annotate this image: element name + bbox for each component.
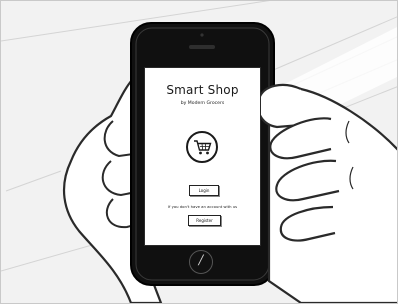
home-button-glyph: ∕ bbox=[198, 253, 204, 268]
phone-screen: Smart Shop by Modern Grocers Login If yo… bbox=[144, 67, 261, 246]
account-note: If you don't have an account with us bbox=[167, 204, 238, 209]
home-button-icon[interactable]: ∕ bbox=[189, 250, 213, 274]
sketch-frame: Smart Shop by Modern Grocers Login If yo… bbox=[0, 0, 398, 304]
app-title: Smart Shop bbox=[166, 83, 239, 97]
app-subtitle: by Modern Grocers bbox=[180, 101, 225, 106]
shopping-cart-icon bbox=[186, 131, 218, 163]
login-button[interactable]: Login bbox=[189, 185, 219, 196]
register-button[interactable]: Register bbox=[188, 215, 221, 226]
